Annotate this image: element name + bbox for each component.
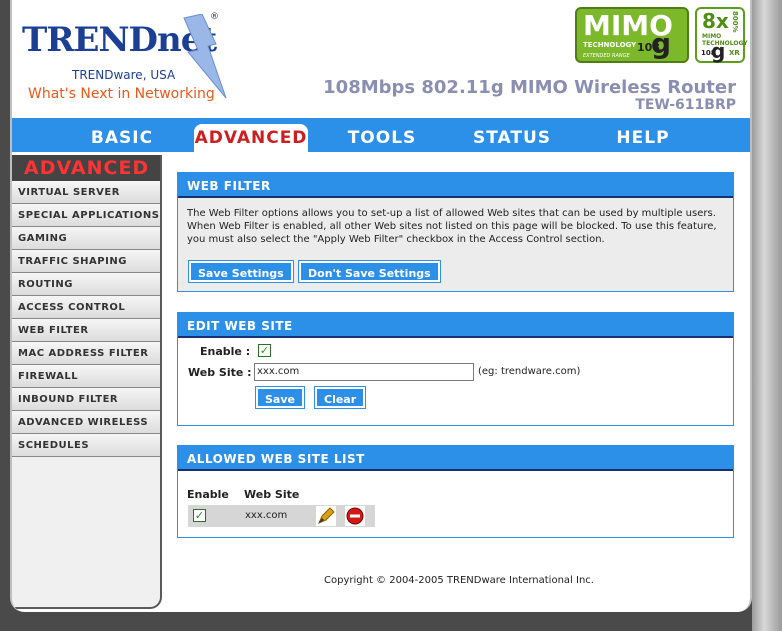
web-filter-panel: WEB FILTER The Web Filter options allows… [177, 172, 734, 292]
eight-x-badge: 8x 800% MIMO TECHNOLOGY g 108 XR [695, 7, 748, 63]
row-web-site: xxx.com [245, 510, 288, 521]
tab-tools[interactable]: TOOLS [340, 124, 424, 152]
save-button[interactable]: Save [255, 386, 305, 409]
web-filter-heading: WEB FILTER [178, 173, 733, 198]
clear-button[interactable]: Clear [313, 386, 367, 409]
sidebar-item-routing[interactable]: ROUTING [12, 273, 160, 296]
mimo-badge-range: EXTENDED RANGE [583, 53, 630, 59]
tab-help[interactable]: HELP [608, 124, 678, 152]
web-site-label: Web Site : [188, 366, 252, 379]
tab-advanced[interactable]: ADVANCED [194, 124, 308, 152]
router-admin-page: TRENDnet ® TRENDware, USA What's Next in… [10, 0, 752, 612]
enable-checkbox[interactable]: ✓ [258, 344, 271, 357]
allowed-web-site-list-panel: ALLOWED WEB SITE LIST Enable Web Site ✓ … [177, 445, 734, 538]
copyright-footer: Copyright © 2004-2005 TRENDware Internat… [324, 575, 594, 586]
edit-web-site-heading: EDIT WEB SITE [178, 313, 733, 338]
mimo-badge: MIMO TECHNOLOGY EXTENDED RANGE 108 g [575, 7, 689, 63]
sidebar-item-traffic-shaping[interactable]: TRAFFIC SHAPING [12, 250, 160, 273]
table-row: ✓ xxx.com [188, 505, 375, 527]
sidebar-item-gaming[interactable]: GAMING [12, 227, 160, 250]
web-filter-description: The Web Filter options allows you to set… [187, 208, 717, 245]
edit-pencil-icon[interactable] [316, 506, 336, 526]
edit-web-site-panel: EDIT WEB SITE Enable : ✓ Web Site : xxx.… [177, 312, 734, 426]
top-nav: BASIC ADVANCED TOOLS STATUS HELP [12, 118, 750, 154]
sidebar-item-virtual-server[interactable]: VIRTUAL SERVER [12, 181, 160, 204]
product-title: 108Mbps 802.11g MIMO Wireless Router [323, 77, 736, 98]
dont-save-settings-button[interactable]: Don't Save Settings [298, 260, 441, 283]
tab-basic[interactable]: BASIC [82, 124, 162, 152]
product-model: TEW-611BRP [635, 97, 736, 113]
company-name: TRENDware, USA [72, 68, 176, 82]
page-header: TRENDnet ® TRENDware, USA What's Next in… [12, 0, 750, 118]
tab-status[interactable]: STATUS [464, 124, 560, 152]
sidebar-item-web-filter[interactable]: WEB FILTER [12, 319, 160, 342]
mimo-badge-tech: TECHNOLOGY [583, 41, 637, 49]
eight-x-percent: 800% [731, 11, 739, 33]
mimo-badge-g: g [651, 27, 672, 60]
sidebar-item-schedules[interactable]: SCHEDULES [12, 434, 160, 457]
sidebar-item-firewall[interactable]: FIREWALL [12, 365, 160, 388]
eight-x-xr: XR [729, 49, 740, 57]
eight-x-text: 8x [702, 9, 729, 33]
allowed-list-heading: ALLOWED WEB SITE LIST [178, 446, 733, 471]
sidebar-item-advanced-wireless[interactable]: ADVANCED WIRELESS [12, 411, 160, 434]
row-enable-checkbox[interactable]: ✓ [193, 509, 206, 522]
tagline: What's Next in Networking [28, 86, 215, 102]
column-header-web-site: Web Site [244, 488, 300, 501]
enable-label: Enable : [200, 345, 251, 358]
sidebar-heading: ADVANCED [12, 155, 160, 181]
sidebar-item-special-applications[interactable]: SPECIAL APPLICATIONS [12, 204, 160, 227]
window-background [752, 0, 782, 631]
sidebar-item-inbound-filter[interactable]: INBOUND FILTER [12, 388, 160, 411]
eight-x-108: 108 [701, 49, 716, 57]
column-header-enable: Enable [187, 488, 229, 501]
sidebar: ADVANCED VIRTUAL SERVER SPECIAL APPLICAT… [12, 155, 162, 609]
web-site-hint: (eg: trendware.com) [478, 366, 581, 377]
sidebar-item-mac-address-filter[interactable]: MAC ADDRESS FILTER [12, 342, 160, 365]
save-settings-button[interactable]: Save Settings [188, 260, 294, 283]
web-site-input[interactable]: xxx.com [254, 363, 474, 381]
sidebar-item-access-control[interactable]: ACCESS CONTROL [12, 296, 160, 319]
delete-icon[interactable] [345, 506, 365, 526]
